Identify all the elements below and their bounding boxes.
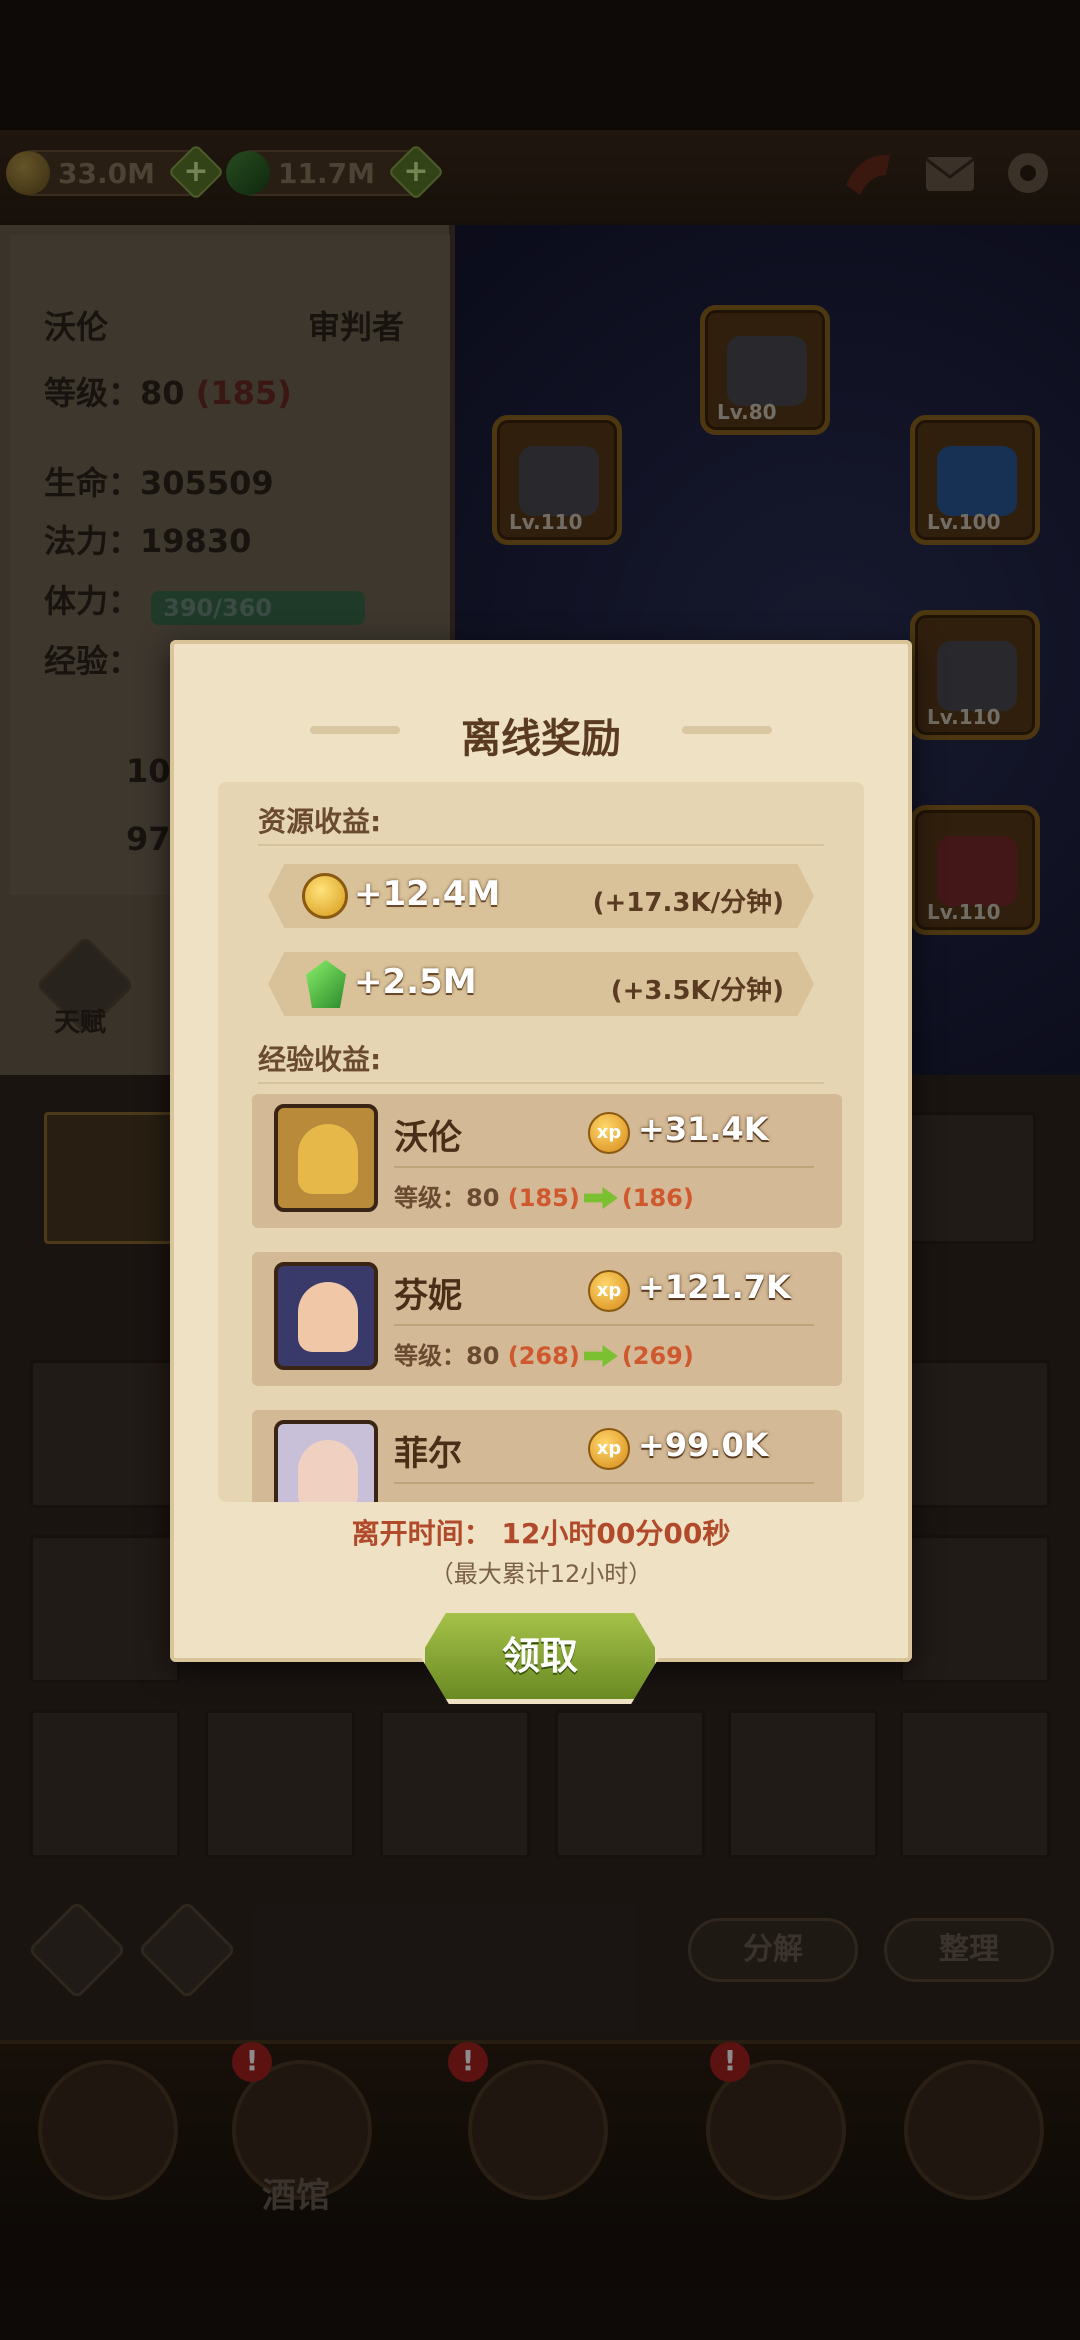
- hero-portrait: [274, 1104, 378, 1212]
- resource-section-label: 资源收益:: [258, 805, 382, 838]
- hero-name: 芬妮: [394, 1276, 462, 1316]
- gold-coin-icon: [302, 873, 348, 919]
- divider: [394, 1166, 814, 1168]
- gold-reward-amount: +12.4M: [354, 874, 501, 914]
- hero-level-change: 等级：80 (268) (269): [394, 1336, 694, 1371]
- level-label: 等级：: [394, 1342, 466, 1370]
- level-from: (268): [507, 1342, 580, 1370]
- exp-section-label: 经验收益:: [258, 1043, 382, 1076]
- hero-level-change: 等级：80 (185) (186): [394, 1178, 694, 1213]
- gem-reward-row: +2.5M (+3.5K/分钟): [268, 952, 814, 1016]
- gold-reward-row: +12.4M (+17.3K/分钟): [268, 864, 814, 928]
- divider: [394, 1324, 814, 1326]
- hero-exp-gain: +31.4K: [638, 1110, 769, 1148]
- golden-helmet-icon: [298, 1124, 358, 1194]
- hero-exp-card: 沃伦 xp +31.4K 等级：80 (185) (186): [252, 1094, 842, 1228]
- exp-icon: xp: [588, 1270, 630, 1312]
- gem-reward-amount: +2.5M: [354, 962, 477, 1002]
- hooded-hero-icon: [298, 1440, 358, 1502]
- hero-exp-card: 菲尔 xp +99.0K: [252, 1410, 842, 1502]
- hero-portrait: [274, 1262, 378, 1370]
- level-label: 等级：: [394, 1184, 466, 1212]
- arrow-right-icon: [583, 1345, 618, 1367]
- divider: [258, 1082, 824, 1084]
- hero-name: 沃伦: [394, 1118, 462, 1158]
- level-from: (185): [507, 1184, 580, 1212]
- divider: [394, 1482, 814, 1484]
- hero-exp-card: 芬妮 xp +121.7K 等级：80 (268) (269): [252, 1252, 842, 1386]
- exp-icon: xp: [588, 1112, 630, 1154]
- arrow-right-icon: [583, 1187, 618, 1209]
- max-accumulation-note: （最大累计12小时）: [429, 1560, 653, 1588]
- reward-list[interactable]: 资源收益: +12.4M (+17.3K/分钟) +2.5M (+3.5K/分钟…: [218, 782, 864, 1502]
- level-value: 80: [466, 1342, 500, 1370]
- hero-portrait: [274, 1420, 378, 1502]
- hero-exp-gain: +99.0K: [638, 1426, 769, 1464]
- heroine-face-icon: [298, 1282, 358, 1352]
- level-to: (186): [621, 1184, 694, 1212]
- divider: [258, 844, 824, 846]
- hero-name: 菲尔: [394, 1434, 462, 1474]
- exp-icon: xp: [588, 1428, 630, 1470]
- level-to: (269): [621, 1342, 694, 1370]
- offline-reward-dialog: 离线奖励 资源收益: +12.4M (+17.3K/分钟) +2.5M (+3.…: [170, 640, 912, 1662]
- gold-reward-rate: (+17.3K/分钟): [592, 888, 784, 918]
- claim-button[interactable]: 领取: [420, 1608, 660, 1704]
- green-gem-icon: [306, 960, 346, 1008]
- dialog-title: 离线奖励: [461, 716, 621, 762]
- gem-reward-rate: (+3.5K/分钟): [610, 976, 784, 1006]
- hero-exp-gain: +121.7K: [638, 1268, 791, 1306]
- level-value: 80: [466, 1184, 500, 1212]
- away-time: 离开时间： 12小时00分00秒: [351, 1517, 731, 1550]
